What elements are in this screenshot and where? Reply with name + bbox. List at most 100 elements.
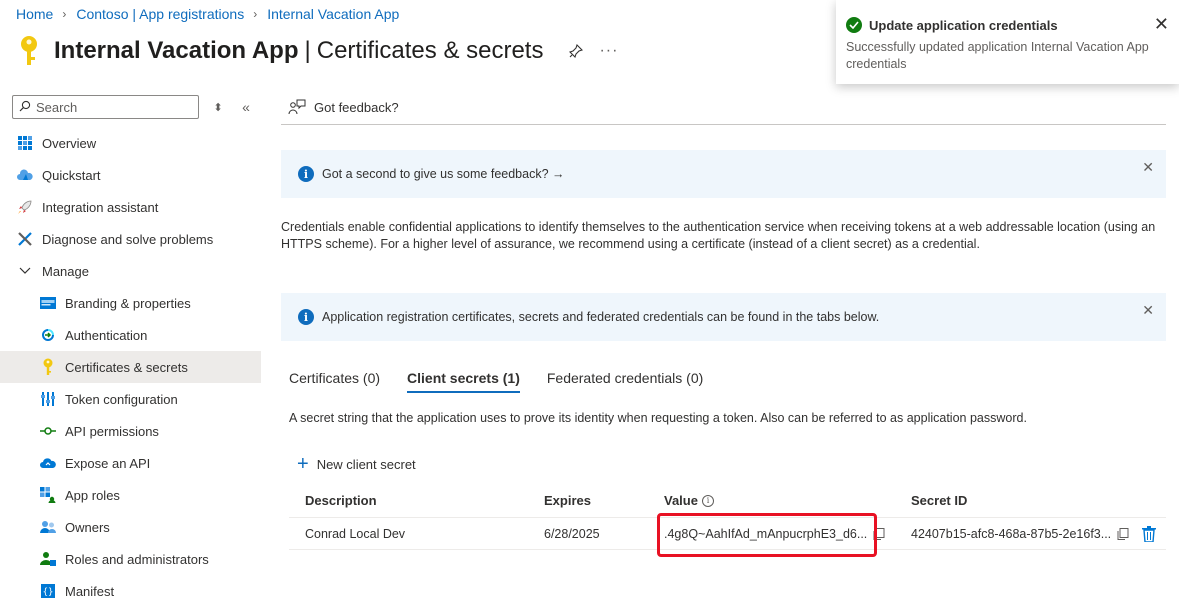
breadcrumb-home[interactable]: Home: [16, 6, 53, 22]
search-input[interactable]: [36, 99, 186, 115]
authentication-icon: [39, 326, 57, 344]
sidebar-item-diagnose[interactable]: Diagnose and solve problems: [0, 223, 261, 255]
sidebar-item-label: Authentication: [65, 327, 148, 343]
copy-icon[interactable]: [1117, 527, 1129, 540]
nav-search-row: ⬍ «: [12, 95, 253, 119]
close-icon[interactable]: ✕: [1154, 14, 1169, 35]
breadcrumb-app-registrations[interactable]: Contoso | App registrations: [76, 6, 244, 22]
plus-icon: +: [297, 453, 309, 475]
sidebar-item-label: Roles and administrators: [65, 551, 209, 567]
sidebar: Overview Quickstart Integration assistan…: [0, 127, 261, 607]
info-icon: i: [298, 309, 314, 325]
sidebar-group-label: Manage: [42, 263, 89, 279]
sidebar-group-manage[interactable]: Manage: [0, 255, 261, 287]
secret-expires: 6/28/2025: [544, 526, 600, 541]
tabs-info-banner: i Application registration certificates,…: [281, 293, 1166, 341]
feedback-banner-text[interactable]: Got a second to give us some feedback? →: [322, 167, 565, 181]
roles-icon: [39, 550, 57, 568]
sidebar-item-label: Manifest: [65, 583, 115, 599]
sidebar-item-authentication[interactable]: Authentication: [0, 319, 261, 351]
column-header-secret-id: Secret ID: [911, 493, 968, 508]
api-permissions-icon: [39, 422, 57, 440]
close-icon[interactable]: ✕: [1142, 159, 1154, 176]
credential-tabs: Certificates (0) Client secrets (1) Fede…: [289, 370, 730, 393]
tabs-info-banner-text: Application registration certificates, s…: [322, 310, 880, 324]
wrench-icon: [16, 230, 34, 248]
info-icon: i: [298, 166, 314, 182]
breadcrumb: Home › Contoso | App registrations › Int…: [16, 6, 399, 22]
toast-title: Update application credentials: [869, 17, 1058, 33]
got-feedback-button[interactable]: Got feedback?: [314, 100, 399, 115]
quickstart-icon: [16, 166, 34, 184]
sidebar-item-token-configuration[interactable]: Token configuration: [0, 383, 261, 415]
cloud-icon: [39, 454, 57, 472]
sidebar-item-expose-api[interactable]: Expose an API: [0, 447, 261, 479]
info-icon[interactable]: i: [701, 494, 714, 507]
tab-federated-credentials[interactable]: Federated credentials (0): [547, 370, 703, 392]
client-secrets-description: A secret string that the application use…: [289, 411, 1027, 425]
page: Home › Contoso | App registrations › Int…: [0, 0, 1179, 609]
success-check-icon: [846, 17, 862, 33]
collapse-menu-icon[interactable]: «: [239, 99, 253, 115]
new-client-secret-button[interactable]: + New client secret: [297, 453, 416, 475]
close-icon[interactable]: ✕: [1142, 302, 1154, 319]
app-roles-icon: [39, 486, 57, 504]
sidebar-item-roles-administrators[interactable]: Roles and administrators: [0, 543, 261, 575]
sidebar-item-label: Overview: [42, 135, 97, 151]
column-header-value-label: Value: [664, 493, 698, 508]
sidebar-item-label: Expose an API: [65, 455, 151, 471]
sidebar-item-integration-assistant[interactable]: Integration assistant: [0, 191, 261, 223]
sidebar-item-api-permissions[interactable]: API permissions: [0, 415, 261, 447]
sidebar-item-certificates-secrets[interactable]: Certificates & secrets: [0, 351, 261, 383]
page-title: Certificates & secrets: [316, 37, 544, 64]
chevron-right-icon: ›: [253, 7, 258, 21]
sidebar-item-label: Owners: [65, 519, 110, 535]
sidebar-item-label: App roles: [65, 487, 120, 503]
sort-icon[interactable]: ⬍: [211, 101, 225, 114]
toast-body: Successfully updated application Interna…: [846, 40, 1149, 71]
manifest-icon: {}: [39, 582, 57, 600]
more-options-icon[interactable]: ···: [599, 42, 618, 60]
feedback-banner[interactable]: i Got a second to give us some feedback?…: [281, 150, 1166, 198]
search-icon: [19, 100, 31, 115]
secret-description: Conrad Local Dev: [305, 526, 406, 541]
sidebar-item-label: Quickstart: [42, 167, 101, 183]
tab-client-secrets[interactable]: Client secrets (1): [407, 370, 520, 393]
new-client-secret-label: New client secret: [316, 456, 416, 472]
credentials-description: Credentials enable confidential applicat…: [281, 220, 1156, 251]
sidebar-item-branding[interactable]: Branding & properties: [0, 287, 261, 319]
page-header: Internal Vacation App | Certificates & s…: [16, 34, 618, 68]
feedback-icon: [288, 98, 306, 116]
sidebar-item-overview[interactable]: Overview: [0, 127, 261, 159]
notification-toast: Update application credentials Successfu…: [836, 0, 1179, 84]
sidebar-item-label: Diagnose and solve problems: [42, 231, 214, 247]
pin-icon[interactable]: [567, 42, 585, 60]
chevron-right-icon: ›: [62, 7, 67, 21]
page-title-app: Internal Vacation App: [54, 37, 299, 64]
key-icon: [16, 34, 42, 68]
svg-text:{}: {}: [43, 588, 54, 598]
search-box[interactable]: [12, 95, 199, 119]
sidebar-item-label: Branding & properties: [65, 295, 191, 311]
sidebar-item-label: API permissions: [65, 423, 159, 439]
secret-value-highlight: [657, 513, 877, 557]
sidebar-item-owners[interactable]: Owners: [0, 511, 261, 543]
breadcrumb-app[interactable]: Internal Vacation App: [267, 6, 399, 22]
toast-header: Update application credentials: [846, 17, 1169, 33]
sidebar-item-label: Certificates & secrets: [65, 359, 188, 375]
sidebar-item-label: Token configuration: [65, 391, 178, 407]
key-icon: [39, 358, 57, 376]
overview-icon: [16, 134, 34, 152]
title-separator: |: [304, 37, 311, 64]
chevron-down-icon: [16, 267, 34, 275]
token-icon: [39, 390, 57, 408]
sidebar-item-app-roles[interactable]: App roles: [0, 479, 261, 511]
sidebar-item-manifest[interactable]: {} Manifest: [0, 575, 261, 607]
sidebar-item-label: Integration assistant: [42, 199, 159, 215]
secret-id: 42407b15-afc8-468a-87b5-2e16f3...: [911, 526, 1112, 541]
delete-icon[interactable]: [1142, 526, 1158, 543]
owners-icon: [39, 518, 57, 536]
sidebar-item-quickstart[interactable]: Quickstart: [0, 159, 261, 191]
tab-certificates[interactable]: Certificates (0): [289, 370, 380, 392]
rocket-icon: [16, 198, 34, 216]
